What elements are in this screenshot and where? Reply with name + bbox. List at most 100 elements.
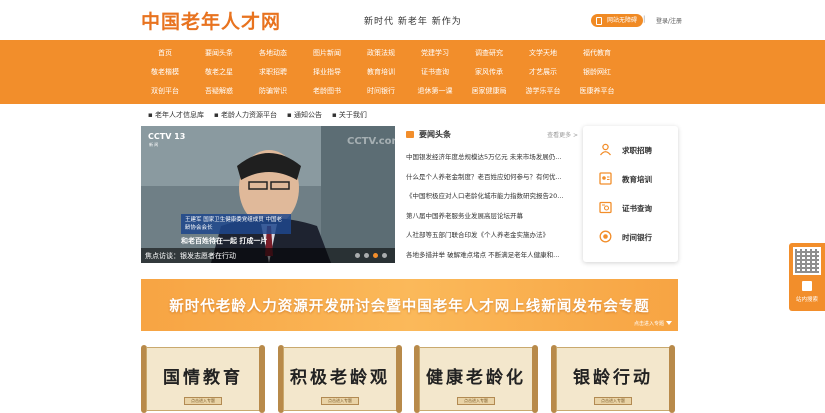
- scroll-title: 国情教育: [163, 368, 243, 388]
- quick-link-training[interactable]: 教育培训: [599, 172, 674, 186]
- main-nav: 首页 要闻头条 各地动态 图片新闻 政策法规 党建学习 调查研究 文学天地 福代教育敬老楷模 敬老…: [0, 40, 825, 104]
- scroll-enter-button[interactable]: 点击进入专题: [457, 397, 495, 405]
- nav-item[interactable]: 游学乐平台: [516, 82, 570, 101]
- nav-item[interactable]: 各地动态: [246, 44, 300, 63]
- nav-item[interactable]: 调查研究: [462, 44, 516, 63]
- site-header: 中国老年人才网 新时代 新老年 新作为 网站无障碍 | 登录/注册: [0, 0, 825, 40]
- scroll-enter-button[interactable]: 点击进入专题: [321, 397, 359, 405]
- news-item[interactable]: 第八届中国养老服务业发展高层论坛开幕: [406, 212, 578, 232]
- nav-item[interactable]: 教育培训: [354, 63, 408, 82]
- scroll-title: 积极老龄观: [290, 368, 390, 388]
- news-item[interactable]: 各地多措并举 破解难点堵点 不断满足老年人健康和...: [406, 251, 578, 271]
- nav-item[interactable]: 家风传承: [462, 63, 516, 82]
- scroll-enter-button[interactable]: 点击进入专题: [594, 397, 632, 405]
- quick-link-label: 证书查询: [622, 204, 652, 213]
- scroll-title: 银龄行动: [573, 368, 653, 388]
- nav-item[interactable]: 退休第一课: [408, 82, 462, 101]
- carousel-dots: [355, 253, 387, 258]
- scroll-positive-aging[interactable]: 积极老龄观 点击进入专题: [278, 345, 402, 413]
- news-item[interactable]: 什么是个人养老金制度？老百姓应如何参与？有何优...: [406, 173, 578, 193]
- quick-link-label: 时间银行: [622, 233, 652, 242]
- nav-item[interactable]: 首页: [138, 44, 192, 63]
- nav-item[interactable]: 图片新闻: [300, 44, 354, 63]
- document-search-icon: [599, 201, 612, 214]
- clock-icon: [599, 230, 612, 243]
- person-icon: [599, 143, 612, 156]
- nav-item[interactable]: 择业指导: [300, 63, 354, 82]
- quick-link-label: 求职招聘: [622, 146, 652, 155]
- scroll-national-education[interactable]: 国情教育 点击进入专题: [141, 345, 265, 413]
- topic-scrolls: 国情教育 点击进入专题 积极老龄观 点击进入专题 健康老龄化 点击进入专题 银龄…: [141, 345, 678, 413]
- news-list: 中国银发经济年度总规模达5万亿元 未来市场发展仍... 什么是个人养老金制度？老…: [406, 153, 578, 270]
- channel-watermark: CCTV.com: [347, 136, 395, 147]
- nav-grid: 首页 要闻头条 各地动态 图片新闻 政策法规 党建学习 调查研究 文学天地 福代教育敬老楷模 敬老…: [138, 44, 678, 101]
- quick-link-label: 教育培训: [622, 175, 652, 184]
- headline-news: 要闻头条 查看更多 > 中国银发经济年度总规模达5万亿元 未来市场发展仍... …: [406, 126, 578, 266]
- site-logo[interactable]: 中国老年人才网: [141, 7, 281, 34]
- certificate-icon: [599, 172, 612, 185]
- news-item[interactable]: 中国银发经济年度总规模达5万亿元 未来市场发展仍...: [406, 153, 578, 173]
- qr-code: [793, 247, 821, 275]
- news-item[interactable]: 人社部等五部门联合印发《个人养老金实施办法》: [406, 231, 578, 251]
- scroll-silver-action[interactable]: 银龄行动 点击进入专题: [551, 345, 675, 413]
- channel-logo: CCTV 13: [148, 132, 186, 141]
- subnav-notices[interactable]: ▪ 通知公告: [287, 110, 322, 122]
- nav-item[interactable]: 敬老楷模: [138, 63, 192, 82]
- side-widget-label: 站内搜索: [795, 297, 818, 303]
- subnav-hr-platform[interactable]: ▪ 老龄人力资源平台: [214, 110, 277, 122]
- nav-item[interactable]: 居家健康局: [462, 82, 516, 101]
- special-topic-banner[interactable]: 新时代老龄人力资源开发研讨会暨中国老年人才网上线新闻发布会专题 点击进入专题: [141, 279, 678, 331]
- header-separator: |: [643, 15, 646, 23]
- carousel-caption-bar: 焦点访谈：银发志愿者在行动: [141, 248, 395, 263]
- speaker-quote: 和老百姓待在一起 打成一片: [181, 237, 268, 245]
- nav-item[interactable]: 吾疑解惑: [192, 82, 246, 101]
- nav-item[interactable]: 双创平台: [138, 82, 192, 101]
- accessibility-button[interactable]: 网站无障碍: [591, 14, 644, 27]
- carousel-dot-active[interactable]: [373, 253, 378, 258]
- nav-item[interactable]: 敬老之星: [192, 63, 246, 82]
- news-carousel[interactable]: CCTV 13 新 闻 CCTV.com 王建军 国家卫生健康委党组成员 中国老…: [141, 126, 395, 263]
- carousel-dot[interactable]: [364, 253, 369, 258]
- nav-item[interactable]: 老龄图书: [300, 82, 354, 101]
- nav-item[interactable]: 防骗常识: [246, 82, 300, 101]
- news-item[interactable]: 《中国积极应对人口老龄化城市能力指数研究报告20...: [406, 192, 578, 212]
- sub-nav: ▪ 老年人才信息库 ▪ 老龄人力资源平台 ▪ 通知公告 ▪ 关于我们: [148, 110, 367, 122]
- search-icon: [802, 281, 812, 291]
- news-header: 要闻头条 查看更多 >: [406, 129, 578, 143]
- nav-item[interactable]: 银龄网红: [570, 63, 624, 82]
- nav-item[interactable]: 医康养平台: [570, 82, 624, 101]
- banner-enter-link[interactable]: 点击进入专题: [634, 320, 664, 327]
- quick-link-time-bank[interactable]: 时间银行: [599, 230, 674, 244]
- carousel-dot[interactable]: [382, 253, 387, 258]
- nav-item[interactable]: 党建学习: [408, 44, 462, 63]
- accessibility-label: 网站无障碍: [607, 17, 638, 24]
- carousel-caption[interactable]: 焦点访谈：银发志愿者在行动: [145, 251, 236, 261]
- nav-item[interactable]: 要闻头条: [192, 44, 246, 63]
- channel-sub: 新 闻: [149, 142, 159, 147]
- nav-item[interactable]: 时间银行: [354, 82, 408, 101]
- speaker-lower-third: 王建军 国家卫生健康委党组成员 中国老龄协会会长: [181, 214, 291, 234]
- subnav-talent-database[interactable]: ▪ 老年人才信息库: [148, 110, 204, 122]
- scroll-enter-button[interactable]: 点击进入专题: [184, 397, 222, 405]
- nav-item[interactable]: 福代教育: [570, 44, 624, 63]
- site-slogan: 新时代 新老年 新作为: [364, 17, 462, 27]
- phone-icon: [596, 17, 602, 25]
- nav-item[interactable]: 证书查询: [408, 63, 462, 82]
- quick-link-jobs[interactable]: 求职招聘: [599, 143, 674, 157]
- carousel-dot[interactable]: [355, 253, 360, 258]
- quick-link-certificate[interactable]: 证书查询: [599, 201, 674, 215]
- nav-item[interactable]: 求职招聘: [246, 63, 300, 82]
- nav-item[interactable]: 才艺展示: [516, 63, 570, 82]
- scroll-title: 健康老龄化: [426, 368, 526, 388]
- news-title: 要闻头条: [419, 130, 451, 139]
- floating-side-widget[interactable]: 站内搜索: [789, 243, 825, 311]
- nav-item[interactable]: 文学天地: [516, 44, 570, 63]
- scroll-healthy-aging[interactable]: 健康老龄化 点击进入专题: [414, 345, 538, 413]
- chevron-down-icon: [666, 321, 672, 325]
- news-more-link[interactable]: 查看更多 >: [547, 130, 578, 139]
- banner-title: 新时代老龄人力资源开发研讨会暨中国老年人才网上线新闻发布会专题: [169, 299, 650, 315]
- login-link[interactable]: 登录/注册: [656, 16, 682, 25]
- subnav-about[interactable]: ▪ 关于我们: [332, 110, 367, 122]
- nav-item[interactable]: 政策法规: [354, 44, 408, 63]
- quick-links-card: 求职招聘 教育培训 证书查询 时间银行: [583, 126, 678, 262]
